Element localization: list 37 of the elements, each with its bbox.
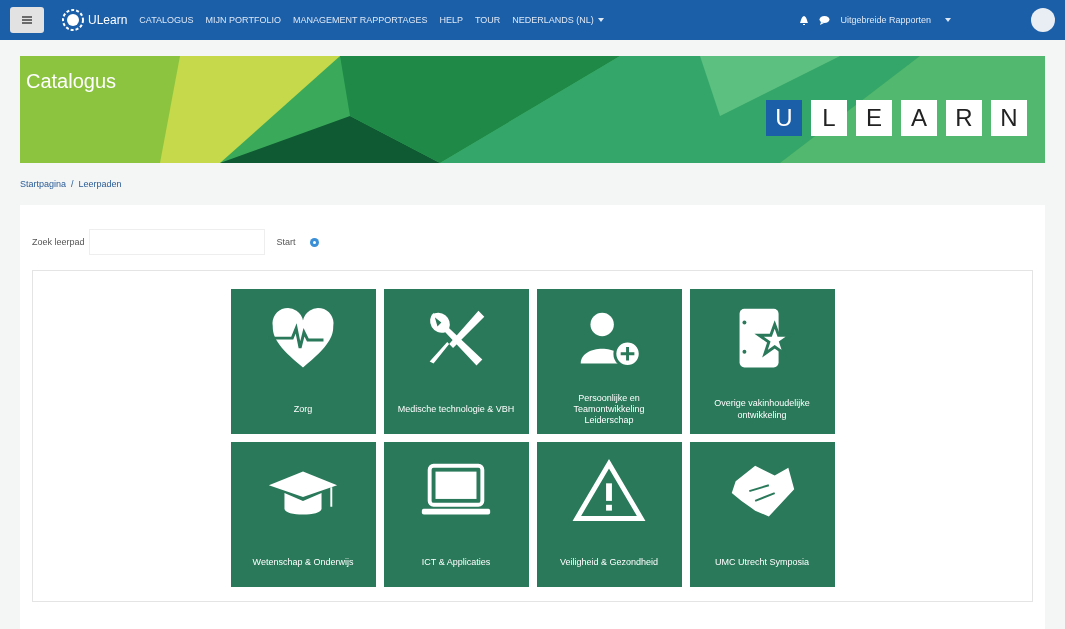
- caret-icon: [597, 18, 604, 22]
- breadcrumb-link[interactable]: Leerpaden: [78, 179, 122, 189]
- banner-title: Catalogus: [26, 70, 117, 93]
- start-link[interactable]: Start: [276, 237, 296, 247]
- category-tile[interactable]: Medische technologie & VBH: [383, 289, 529, 434]
- reports-dropdown[interactable]: Uitgebreide Rapporten: [840, 15, 931, 25]
- category-tile[interactable]: ICT & Applicaties: [383, 442, 529, 587]
- nav-link[interactable]: TOUR: [474, 15, 501, 25]
- logo-letter: U: [766, 100, 802, 136]
- search-label: Zoek leerpad: [32, 237, 85, 247]
- category-tile[interactable]: Persoonlijke en Teamontwikkeling Leiderschap: [536, 289, 682, 434]
- category-tile[interactable]: Overige vakinhoudelijke ontwikkeling: [689, 289, 835, 434]
- nav-link[interactable]: NEDERLANDS (NL): [512, 15, 594, 25]
- logo-letter: R: [946, 100, 982, 136]
- breadcrumb-link[interactable]: Startpagina: [20, 179, 67, 189]
- category-tile[interactable]: Zorg: [230, 289, 376, 434]
- brand-name[interactable]: ULearn: [88, 13, 128, 27]
- caret-icon: [945, 18, 951, 22]
- help-icon[interactable]: [309, 237, 319, 247]
- gear-logo-icon: [62, 9, 84, 31]
- category-tile[interactable]: UMC Utrecht Symposia: [689, 442, 835, 587]
- bell-icon[interactable]: [799, 14, 810, 26]
- category-tile[interactable]: Wetenschap & Onderwijs: [230, 442, 376, 587]
- nav-link[interactable]: HELP: [439, 15, 463, 25]
- logo-letter: L: [811, 100, 847, 136]
- logo-letter: E: [856, 100, 892, 136]
- user-avatar[interactable]: [1031, 8, 1055, 32]
- logo-letter: N: [991, 100, 1027, 136]
- menu-button[interactable]: [10, 7, 44, 33]
- chat-icon[interactable]: [819, 15, 831, 25]
- nav-link[interactable]: MIJN PORTFOLIO: [205, 15, 281, 25]
- logo-letter: A: [901, 100, 937, 136]
- category-tile[interactable]: Veiligheid & Gezondheid: [536, 442, 682, 587]
- nav-link[interactable]: CATALOGUS: [139, 15, 194, 25]
- menu-icon: [22, 16, 32, 24]
- breadcrumb-separator: /: [71, 179, 74, 189]
- nav-link[interactable]: MANAGEMENT RAPPORTAGES: [292, 15, 428, 25]
